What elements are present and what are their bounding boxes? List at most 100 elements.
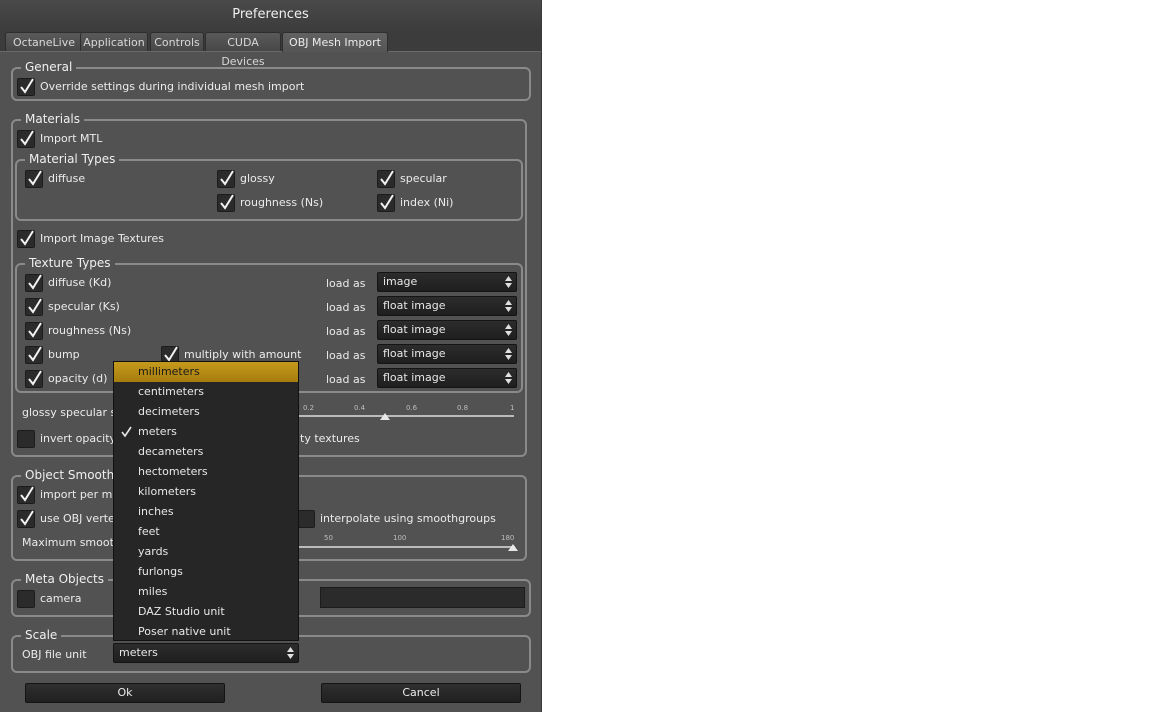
check-icon xyxy=(20,486,34,502)
slider-handle-icon[interactable] xyxy=(508,544,518,552)
load-as-label: load as xyxy=(326,325,366,338)
tab-application[interactable]: Application xyxy=(80,32,148,51)
tex-specular-label: specular (Ks) xyxy=(48,300,120,313)
tex-opacity-label: opacity (d) xyxy=(48,372,108,385)
tex-diffuse-checkbox[interactable] xyxy=(25,274,43,292)
texture-types-title: Texture Types xyxy=(25,256,115,270)
combo-value: float image xyxy=(383,323,446,336)
roughness-checkbox[interactable] xyxy=(217,194,235,212)
unit-option-inches[interactable]: inches xyxy=(114,502,298,522)
cancel-button[interactable]: Cancel xyxy=(321,683,521,703)
check-icon xyxy=(380,194,394,210)
use-obj-vertex-checkbox[interactable] xyxy=(17,510,35,528)
tex-specular-combo[interactable]: float image xyxy=(377,296,517,316)
unit-option-daz-studio[interactable]: DAZ Studio unit xyxy=(114,602,298,622)
unit-option-decameters[interactable]: decameters xyxy=(114,442,298,462)
unit-option-poser-native[interactable]: Poser native unit xyxy=(114,622,298,642)
tex-opacity-checkbox[interactable] xyxy=(25,370,43,388)
interpolate-checkbox[interactable] xyxy=(297,510,315,528)
meta-objects-title: Meta Objects xyxy=(21,572,108,586)
tex-roughness-checkbox[interactable] xyxy=(25,322,43,340)
use-obj-vertex-label: use OBJ vertex xyxy=(40,512,122,525)
unit-option-furlongs[interactable]: furlongs xyxy=(114,562,298,582)
check-icon xyxy=(28,370,42,386)
unit-option-yards[interactable]: yards xyxy=(114,542,298,562)
tex-bump-combo[interactable]: float image xyxy=(377,344,517,364)
slider-tick: 100 xyxy=(393,534,407,542)
obj-unit-label: OBJ file unit xyxy=(22,648,87,661)
check-icon xyxy=(20,130,34,146)
unit-option-feet[interactable]: feet xyxy=(114,522,298,542)
tab-octanelive[interactable]: OctaneLive xyxy=(5,32,83,51)
updown-arrow-icon xyxy=(505,348,512,360)
index-label: index (Ni) xyxy=(400,196,454,209)
slider-tick: 0.2 xyxy=(303,404,315,412)
unit-option-decimeters[interactable]: decimeters xyxy=(114,402,298,422)
unit-option-kilometers[interactable]: kilometers xyxy=(114,482,298,502)
tab-cuda-devices[interactable]: CUDA Devices xyxy=(205,32,281,68)
import-per-material-checkbox[interactable] xyxy=(17,486,35,504)
tab-controls[interactable]: Controls xyxy=(150,32,204,51)
option-label: decameters xyxy=(138,445,204,458)
tex-bump-checkbox[interactable] xyxy=(25,346,43,364)
max-smooth-slider[interactable] xyxy=(299,546,515,548)
option-label: hectometers xyxy=(138,465,208,478)
option-label: decimeters xyxy=(138,405,200,418)
specular-checkbox[interactable] xyxy=(377,170,395,188)
unit-option-meters[interactable]: meters xyxy=(114,422,298,442)
unit-option-hectometers[interactable]: hectometers xyxy=(114,462,298,482)
override-checkbox[interactable] xyxy=(17,78,35,96)
import-textures-label: Import Image Textures xyxy=(40,232,164,245)
import-mtl-label: Import MTL xyxy=(40,132,103,145)
unit-option-millimeters[interactable]: millimeters xyxy=(114,362,298,382)
tex-diffuse-combo[interactable]: image xyxy=(377,272,517,292)
roughness-label: roughness (Ns) xyxy=(240,196,324,209)
check-icon xyxy=(20,230,34,246)
option-label: centimeters xyxy=(138,385,204,398)
meta-input[interactable] xyxy=(320,587,525,608)
slider-tick: 0.6 xyxy=(406,404,418,412)
option-label: inches xyxy=(138,505,174,518)
option-label: DAZ Studio unit xyxy=(138,605,225,618)
slider-handle-icon[interactable] xyxy=(380,413,390,421)
import-mtl-checkbox[interactable] xyxy=(17,130,35,148)
load-as-label: load as xyxy=(326,277,366,290)
combo-value: float image xyxy=(383,347,446,360)
invert-opacity-checkbox[interactable] xyxy=(17,430,35,448)
materials-group-title: Materials xyxy=(21,112,85,126)
check-icon xyxy=(380,170,394,186)
check-icon xyxy=(220,194,234,210)
camera-checkbox[interactable] xyxy=(17,590,35,608)
check-icon xyxy=(28,322,42,338)
ok-button[interactable]: Ok xyxy=(25,683,225,703)
check-icon xyxy=(20,78,34,94)
tex-roughness-combo[interactable]: float image xyxy=(377,320,517,340)
diffuse-checkbox[interactable] xyxy=(25,170,43,188)
diffuse-label: diffuse xyxy=(48,172,86,185)
tab-obj-mesh-import[interactable]: OBJ Mesh Import xyxy=(282,32,388,52)
slider-tick: 0.4 xyxy=(354,404,366,412)
updown-arrow-icon xyxy=(505,324,512,336)
window-title: Preferences xyxy=(0,0,541,30)
option-label: meters xyxy=(138,425,177,438)
tex-specular-checkbox[interactable] xyxy=(25,298,43,316)
check-icon xyxy=(28,170,42,186)
tex-diffuse-label: diffuse (Kd) xyxy=(48,276,112,289)
tex-bump-label: bump xyxy=(48,348,80,361)
tex-opacity-combo[interactable]: float image xyxy=(377,368,517,388)
option-label: kilometers xyxy=(138,485,197,498)
check-icon xyxy=(28,298,42,314)
unit-option-miles[interactable]: miles xyxy=(114,582,298,602)
glossy-scale-slider[interactable] xyxy=(299,415,514,417)
obj-unit-combo[interactable]: meters xyxy=(113,643,299,663)
unit-option-centimeters[interactable]: centimeters xyxy=(114,382,298,402)
general-group-title: General xyxy=(21,60,77,74)
index-checkbox[interactable] xyxy=(377,194,395,212)
slider-tick: 180 xyxy=(501,534,515,542)
option-label: miles xyxy=(138,585,168,598)
multiply-label: multiply with amount xyxy=(184,348,302,361)
glossy-checkbox[interactable] xyxy=(217,170,235,188)
combo-value: meters xyxy=(119,646,158,659)
import-textures-checkbox[interactable] xyxy=(17,230,35,248)
load-as-label: load as xyxy=(326,373,366,386)
